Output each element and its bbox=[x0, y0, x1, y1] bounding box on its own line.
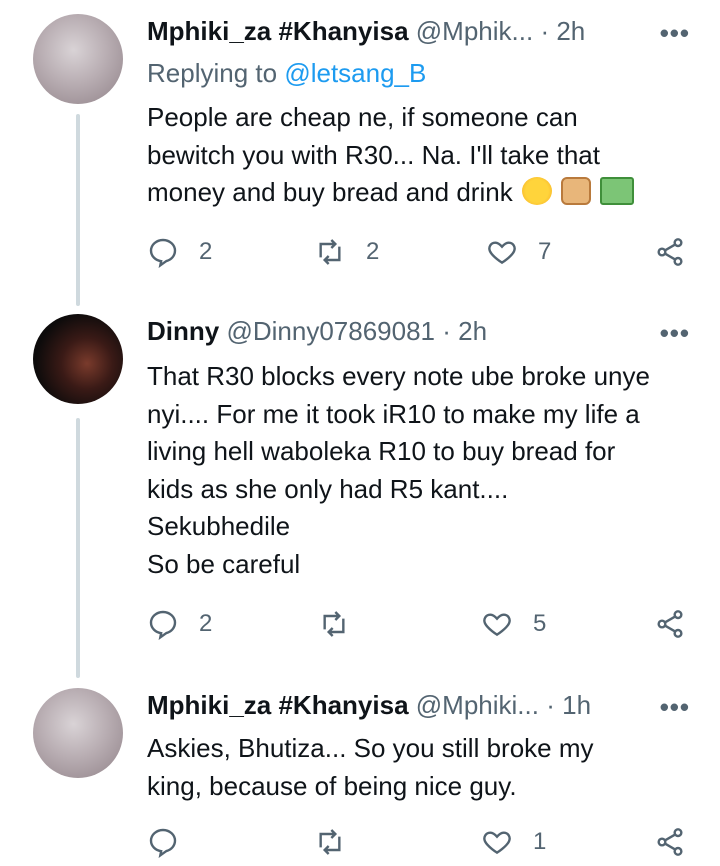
share-icon bbox=[657, 238, 683, 266]
text-line: bewitch you with R30... Na. I'll take th… bbox=[147, 139, 600, 170]
replying-prefix: Replying to bbox=[147, 58, 278, 88]
retweet-button[interactable] bbox=[314, 826, 346, 858]
display-name[interactable]: Mphiki_za #Khanyisa bbox=[147, 690, 409, 720]
share-button[interactable] bbox=[654, 236, 686, 268]
reply-icon bbox=[149, 610, 177, 640]
text-line: Askies, Bhutiza... So you still broke my bbox=[147, 733, 594, 763]
share-icon bbox=[657, 610, 683, 638]
tweet-actions: 2 5 bbox=[0, 608, 720, 648]
retweet-count: 2 bbox=[366, 238, 380, 265]
separator: · bbox=[540, 16, 550, 46]
reply-button[interactable] bbox=[147, 826, 179, 858]
timestamp[interactable]: 2h bbox=[458, 316, 487, 346]
reply-button[interactable]: 2 bbox=[147, 608, 212, 640]
tweet[interactable]: Mphiki_za #Khanyisa @Mphik... · 2h ••• R… bbox=[0, 0, 720, 300]
reply-count: 2 bbox=[199, 238, 213, 265]
tweet[interactable]: Dinny @Dinny07869081 · 2h ••• That R30 b… bbox=[0, 300, 720, 670]
text-line: People are cheap ne, if someone can bbox=[147, 102, 578, 132]
text-line: kids as she only had R5 kant.... bbox=[147, 473, 509, 504]
like-icon bbox=[483, 613, 511, 637]
like-button[interactable]: 1 bbox=[481, 826, 546, 858]
display-name[interactable]: Dinny bbox=[147, 316, 219, 346]
text-line: nyi.... For me it took iR10 to make my l… bbox=[147, 398, 640, 429]
tweet-actions: 1 bbox=[0, 826, 720, 866]
user-handle[interactable]: @Mphiki... bbox=[416, 690, 539, 720]
avatar[interactable] bbox=[33, 314, 123, 404]
share-button[interactable] bbox=[654, 826, 686, 858]
retweet-icon bbox=[323, 611, 345, 637]
retweet-icon bbox=[319, 829, 341, 855]
like-icon bbox=[488, 241, 516, 265]
avatar[interactable] bbox=[33, 688, 123, 778]
replying-to: Replying to @letsang_B bbox=[147, 58, 426, 89]
timestamp[interactable]: 1h bbox=[562, 690, 591, 720]
user-handle[interactable]: @Dinny07869081 bbox=[226, 316, 435, 346]
retweet-button[interactable]: 2 bbox=[314, 236, 379, 268]
avatar[interactable] bbox=[33, 14, 123, 104]
separator: · bbox=[442, 316, 451, 346]
display-name[interactable]: Mphiki_za #Khanyisa bbox=[147, 16, 409, 46]
tweet-text: That R30 blocks every note ube broke uny… bbox=[147, 358, 650, 583]
like-icon bbox=[483, 831, 511, 855]
share-button[interactable] bbox=[654, 608, 686, 640]
reply-icon bbox=[149, 238, 177, 268]
timestamp[interactable]: 2h bbox=[556, 16, 585, 46]
retweet-icon bbox=[319, 239, 341, 265]
mention-link[interactable]: @letsang_B bbox=[284, 58, 426, 88]
more-icon[interactable]: ••• bbox=[660, 692, 690, 723]
tweet-text: Askies, Bhutiza... So you still broke my… bbox=[147, 730, 594, 805]
text-line: So be careful bbox=[147, 548, 301, 579]
retweet-button[interactable] bbox=[318, 608, 350, 640]
tweet-actions: 2 2 7 bbox=[0, 236, 720, 276]
separator: · bbox=[546, 690, 555, 720]
text-line: That R30 blocks every note ube broke uny… bbox=[147, 361, 650, 391]
text-line: Sekubhedile bbox=[147, 511, 291, 541]
money-emoji bbox=[600, 177, 635, 205]
share-icon bbox=[657, 828, 683, 856]
joy-emoji bbox=[521, 177, 552, 205]
like-count: 7 bbox=[538, 238, 552, 265]
text-line: living hell waboleka R10 to buy bread fo… bbox=[147, 436, 616, 466]
tweet-header: Mphiki_za #Khanyisa @Mphik... · 2h bbox=[147, 16, 585, 47]
text-line-content: money and buy bread and drink bbox=[147, 177, 513, 207]
like-button[interactable]: 5 bbox=[481, 608, 546, 640]
text-line: king, because of being nice guy. bbox=[147, 770, 517, 801]
like-count: 5 bbox=[533, 610, 547, 637]
more-icon[interactable]: ••• bbox=[660, 318, 690, 349]
text-line: money and buy bread and drink bbox=[147, 174, 635, 212]
more-icon[interactable]: ••• bbox=[660, 18, 690, 49]
user-handle[interactable]: @Mphik... bbox=[416, 16, 533, 46]
like-count: 1 bbox=[533, 828, 547, 855]
tweet-header: Mphiki_za #Khanyisa @Mphiki... · 1h bbox=[147, 690, 591, 721]
reply-button[interactable]: 2 bbox=[147, 236, 212, 268]
reply-icon bbox=[149, 828, 177, 858]
tweet[interactable]: Mphiki_za #Khanyisa @Mphiki... · 1h ••• … bbox=[0, 674, 720, 858]
tweet-text: People are cheap ne, if someone can bewi… bbox=[147, 99, 635, 212]
like-button[interactable]: 7 bbox=[486, 236, 551, 268]
tweet-header: Dinny @Dinny07869081 · 2h bbox=[147, 316, 487, 347]
reply-count: 2 bbox=[199, 610, 213, 637]
bread-emoji bbox=[561, 177, 592, 205]
